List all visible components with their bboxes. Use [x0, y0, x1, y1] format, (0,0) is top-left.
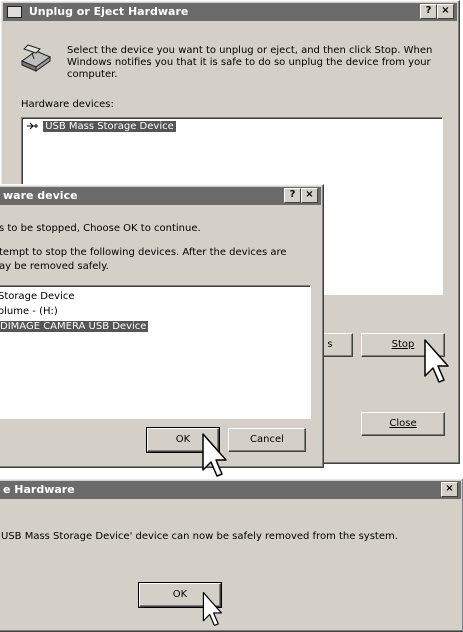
list-item[interactable]: DIMAGE CAMERA USB Device — [0, 321, 149, 332]
usb-mass-storage-item: USB Mass Storage Device — [43, 121, 176, 132]
camera-device-item: DIMAGE CAMERA USB Device — [0, 321, 149, 332]
stop-explanation-line2: ay be removed safely. — [0, 261, 109, 272]
unplug-window-icon — [7, 6, 22, 18]
usb-device-icon — [26, 121, 40, 131]
safe-window-title: e Hardware — [3, 483, 75, 496]
safe-remove-message: USB Mass Storage Device' device can now … — [1, 531, 398, 542]
stop-window-titlebar[interactable]: ware device — [0, 187, 321, 205]
close-title-button[interactable]: × — [437, 4, 454, 19]
stop-label: Stop — [391, 339, 415, 350]
unplug-window-title: Unplug or Eject Hardware — [28, 5, 189, 18]
close-title-button[interactable]: × — [301, 188, 318, 203]
stop-explanation-line1: tempt to stop the following devices. Aft… — [0, 247, 287, 258]
list-item[interactable]: USB Mass Storage Device — [26, 121, 176, 132]
instruction-text: Select the device you want to unplug or … — [67, 45, 433, 80]
cancel-button[interactable]: Cancel — [228, 428, 306, 452]
list-item[interactable]: olume - (H:) — [0, 306, 58, 317]
stop-hardware-window: ware device ? × s to be stopped, Choose … — [0, 184, 324, 468]
stop-message: s to be stopped, Choose OK to continue. — [0, 223, 201, 234]
hardware-devices-label: Hardware devices: — [21, 99, 114, 110]
help-title-button[interactable]: ? — [420, 4, 437, 19]
stop-window-title: ware device — [3, 189, 78, 202]
close-title-button[interactable]: × — [441, 482, 458, 497]
safe-remove-window: e Hardware × USB Mass Storage Device' de… — [0, 478, 463, 632]
unplug-window-titlebar[interactable]: Unplug or Eject Hardware — [3, 3, 457, 21]
pointer-icon — [202, 591, 222, 627]
safe-window-titlebar[interactable]: e Hardware — [0, 481, 461, 499]
close-label: Close — [389, 418, 417, 429]
pointer-icon — [202, 433, 227, 477]
stop-devices-list[interactable]: Storage Device olume - (H:) DIMAGE CAMER… — [0, 285, 311, 419]
help-title-button[interactable]: ? — [284, 188, 301, 203]
hardware-icon — [20, 44, 52, 72]
close-button[interactable]: Close — [361, 412, 445, 436]
pointer-icon — [424, 339, 449, 383]
list-item[interactable]: Storage Device — [0, 291, 75, 302]
